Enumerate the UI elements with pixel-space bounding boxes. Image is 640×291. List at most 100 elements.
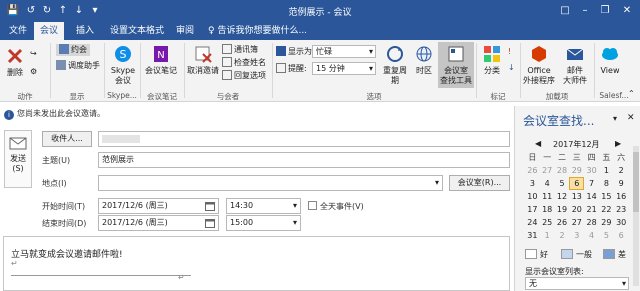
- calendar-day[interactable]: 28: [584, 216, 599, 229]
- calendar-day[interactable]: 5: [555, 177, 570, 190]
- pane-menu-icon[interactable]: ▾: [613, 114, 617, 123]
- start-time-field[interactable]: 14:30 ▾: [226, 198, 301, 214]
- calendar-day[interactable]: 6: [569, 177, 585, 190]
- message-body[interactable]: 立马就变成会议邀请邮件啦! ↵ ↵: [3, 236, 510, 291]
- more-actions-icon[interactable]: ⚙: [30, 66, 37, 78]
- chevron-down-icon[interactable]: ▾: [293, 216, 297, 230]
- location-field[interactable]: ▾: [98, 175, 443, 191]
- calendar-day[interactable]: 2: [614, 164, 629, 177]
- calendar-day[interactable]: 27: [540, 164, 555, 177]
- high-importance-icon[interactable]: !: [508, 46, 511, 58]
- calendar-day[interactable]: 22: [599, 203, 614, 216]
- calendar-picker-icon[interactable]: [205, 218, 215, 228]
- scheduling-assistant-button[interactable]: 调度助手: [56, 60, 100, 72]
- calendar-day[interactable]: 9: [614, 177, 629, 190]
- room-list-dropdown[interactable]: 无 ▾: [525, 277, 629, 290]
- reminder-dropdown[interactable]: 15 分钟 ▾: [312, 62, 376, 75]
- tab-format-text[interactable]: 设置文本格式: [108, 22, 166, 40]
- subject-field[interactable]: 范例展示: [98, 152, 510, 168]
- calendar-day[interactable]: 16: [614, 190, 629, 203]
- calendar-day[interactable]: 26: [525, 164, 540, 177]
- view-button[interactable]: View: [597, 44, 623, 76]
- recurrence-button[interactable]: 重复周期: [380, 44, 410, 86]
- calendar-day[interactable]: 2: [555, 229, 570, 242]
- chevron-down-icon[interactable]: ▾: [293, 199, 297, 213]
- calendar-day[interactable]: 21: [584, 203, 599, 216]
- info-bar: i 您尚未发出此会议邀请。: [0, 106, 510, 122]
- calendar-day[interactable]: 1: [540, 229, 555, 242]
- calendar-picker-icon[interactable]: [205, 201, 215, 211]
- restore-icon[interactable]: ❐: [596, 3, 614, 19]
- tab-insert[interactable]: 插入: [68, 22, 102, 40]
- check-names-button[interactable]: 检查姓名: [222, 57, 266, 69]
- close-pane-icon[interactable]: ✕: [627, 113, 635, 123]
- calendar-day[interactable]: 4: [584, 229, 599, 242]
- room-finder-button[interactable]: 会议室 查找工具: [438, 42, 474, 88]
- calendar-day[interactable]: 13: [569, 190, 584, 203]
- office-addins-button[interactable]: Office 外接程序: [522, 44, 556, 86]
- calendar-day[interactable]: 8: [599, 177, 614, 190]
- scrollbar-thumb[interactable]: [633, 152, 639, 212]
- ribbon-display-icon[interactable]: □: [556, 3, 574, 19]
- calendar-day[interactable]: 31: [525, 229, 540, 242]
- skype-meeting-button[interactable]: S Skype 会议: [108, 44, 138, 86]
- tell-me-box[interactable]: ♀ 告诉我你想要做什么...: [208, 22, 307, 40]
- calendar-day[interactable]: 20: [569, 203, 584, 216]
- delete-button[interactable]: 删除: [4, 46, 26, 78]
- chevron-down-icon[interactable]: ▾: [435, 176, 439, 190]
- tab-meeting[interactable]: 会议: [34, 22, 64, 40]
- calendar-day[interactable]: 25: [540, 216, 555, 229]
- mail-master-button[interactable]: 邮件 大师件: [560, 44, 590, 86]
- address-book-button[interactable]: 通讯簿: [222, 44, 258, 56]
- calendar-day[interactable]: 15: [599, 190, 614, 203]
- calendar-day[interactable]: 28: [555, 164, 570, 177]
- calendar-day[interactable]: 29: [599, 216, 614, 229]
- calendar-day[interactable]: 30: [614, 216, 629, 229]
- calendar-day[interactable]: 26: [555, 216, 570, 229]
- calendar-day[interactable]: 23: [614, 203, 629, 216]
- calendar-day[interactable]: 30: [584, 164, 599, 177]
- response-options-button[interactable]: 回复选项: [222, 70, 266, 82]
- calendar-day[interactable]: 24: [525, 216, 540, 229]
- to-button[interactable]: 收件人...: [42, 131, 92, 147]
- calendar-day[interactable]: 7: [584, 177, 599, 190]
- end-date-field[interactable]: 2017/12/6 (周三): [98, 215, 219, 231]
- calendar-day[interactable]: 14: [584, 190, 599, 203]
- calendar-day[interactable]: 27: [569, 216, 584, 229]
- calendar-day[interactable]: 17: [525, 203, 540, 216]
- meeting-notes-button[interactable]: N 会议笔记: [143, 44, 179, 76]
- calendar-day[interactable]: 12: [555, 190, 570, 203]
- categorize-button[interactable]: 分类: [478, 44, 506, 76]
- cancel-invitation-button[interactable]: 取消邀请: [187, 44, 219, 76]
- forward-icon[interactable]: ↪: [30, 48, 37, 60]
- to-field[interactable]: [98, 131, 510, 147]
- next-month-icon[interactable]: ▶: [615, 139, 621, 148]
- calendar-day[interactable]: 4: [540, 177, 555, 190]
- close-icon[interactable]: ✕: [618, 3, 636, 19]
- appointment-button[interactable]: 约会: [56, 44, 90, 56]
- calendar-day[interactable]: 1: [599, 164, 614, 177]
- tab-review[interactable]: 审阅: [170, 22, 200, 40]
- calendar-day[interactable]: 3: [525, 177, 540, 190]
- calendar-day[interactable]: 11: [540, 190, 555, 203]
- end-time-field[interactable]: 15:00 ▾: [226, 215, 301, 231]
- all-day-checkbox[interactable]: [308, 201, 317, 210]
- calendar-day[interactable]: 19: [555, 203, 570, 216]
- calendar-day[interactable]: 10: [525, 190, 540, 203]
- calendar-day[interactable]: 18: [540, 203, 555, 216]
- tab-file[interactable]: 文件: [4, 22, 32, 40]
- time-zones-button[interactable]: 时区: [412, 44, 436, 76]
- low-importance-icon[interactable]: ↓: [508, 62, 515, 74]
- calendar-day[interactable]: 5: [599, 229, 614, 242]
- mini-calendar[interactable]: 日一二三四五六 26 27 28 29 30 1 2 3 4 5 6 7 8 9 10 11 12 13 14 15 16…: [525, 151, 629, 242]
- collapse-ribbon-icon[interactable]: ⌃: [628, 88, 635, 100]
- calendar-day[interactable]: 3: [569, 229, 584, 242]
- minimize-icon[interactable]: –: [576, 3, 594, 19]
- send-button[interactable]: 发送 (S): [4, 130, 32, 188]
- show-as-dropdown[interactable]: 忙碌 ▾: [312, 45, 376, 58]
- calendar-day[interactable]: 6: [614, 229, 629, 242]
- start-date-field[interactable]: 2017/12/6 (周三): [98, 198, 219, 214]
- room-button[interactable]: 会议室(R)...: [449, 175, 510, 191]
- prev-month-icon[interactable]: ◀: [535, 139, 541, 148]
- calendar-day[interactable]: 29: [569, 164, 584, 177]
